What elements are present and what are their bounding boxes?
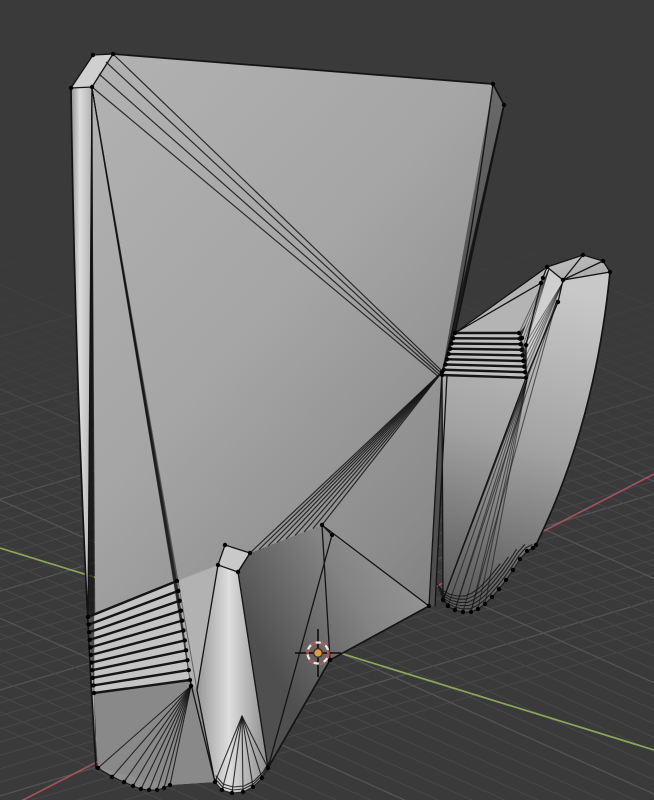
- mesh-vertex[interactable]: [443, 362, 448, 367]
- mesh-vertex[interactable]: [522, 370, 528, 375]
- mesh-vertex[interactable]: [138, 786, 144, 792]
- mesh-vertex[interactable]: [521, 358, 526, 364]
- mesh-vertex[interactable]: [444, 357, 450, 362]
- mesh-vertex[interactable]: [475, 606, 481, 612]
- mesh-vertex[interactable]: [489, 594, 495, 600]
- object-origin-dot: [313, 648, 324, 659]
- mesh-vertex[interactable]: [91, 683, 96, 688]
- mesh-vertex[interactable]: [522, 364, 527, 369]
- mesh-vertex[interactable]: [229, 790, 235, 796]
- mesh-vertex[interactable]: [490, 81, 496, 87]
- mesh-vertex[interactable]: [235, 569, 241, 575]
- mesh-vertex[interactable]: [519, 347, 524, 352]
- mesh-vertex[interactable]: [182, 638, 187, 643]
- mesh-vertex[interactable]: [451, 336, 456, 341]
- mesh-vertex[interactable]: [177, 598, 182, 603]
- mesh-vertex[interactable]: [185, 658, 190, 663]
- mesh-vertex[interactable]: [445, 603, 451, 609]
- mesh-vertex[interactable]: [482, 601, 488, 607]
- mesh-vertex[interactable]: [212, 779, 218, 785]
- mesh-vertex[interactable]: [327, 657, 333, 663]
- mesh-vertex[interactable]: [518, 342, 523, 347]
- mesh-vertex[interactable]: [90, 52, 96, 58]
- mesh-vertex[interactable]: [88, 645, 93, 650]
- mesh-vertex[interactable]: [516, 330, 522, 336]
- mesh-vertex[interactable]: [176, 588, 181, 594]
- mesh-vertex[interactable]: [523, 375, 529, 380]
- mesh-vertex[interactable]: [181, 628, 186, 633]
- mesh-vertex[interactable]: [222, 542, 228, 548]
- mesh-vertex[interactable]: [68, 85, 74, 91]
- mesh-vertex[interactable]: [533, 542, 539, 548]
- mesh-vertex[interactable]: [540, 275, 546, 281]
- mesh-vertex[interactable]: [319, 522, 325, 528]
- mesh-vertex[interactable]: [178, 608, 184, 613]
- mesh-vertex[interactable]: [183, 648, 189, 653]
- mesh-vertex[interactable]: [130, 783, 136, 789]
- mesh-vertex[interactable]: [180, 618, 185, 623]
- mesh-vertex[interactable]: [265, 765, 271, 771]
- mesh-vertex[interactable]: [154, 787, 160, 793]
- mesh-vertex[interactable]: [555, 299, 561, 305]
- mesh-vertex[interactable]: [538, 280, 544, 286]
- mesh-vertex[interactable]: [452, 330, 458, 336]
- mesh-vertex[interactable]: [186, 667, 191, 673]
- blender-3d-viewport[interactable]: [0, 0, 654, 800]
- mesh-vertex[interactable]: [161, 785, 167, 791]
- mesh-vertex[interactable]: [449, 341, 454, 346]
- mesh-vertex[interactable]: [544, 264, 550, 270]
- mesh-vertex[interactable]: [250, 784, 256, 790]
- mesh-vertex[interactable]: [520, 353, 525, 358]
- mesh-vertex[interactable]: [441, 367, 446, 372]
- mesh-vertex[interactable]: [188, 683, 194, 689]
- mesh-vertex[interactable]: [89, 84, 95, 90]
- mesh-vertex[interactable]: [329, 532, 335, 538]
- mesh-vertex[interactable]: [146, 787, 152, 793]
- mesh-vertex[interactable]: [88, 652, 94, 658]
- mesh-vertex[interactable]: [110, 51, 116, 57]
- mesh-vertex[interactable]: [523, 342, 529, 348]
- mesh-vertex[interactable]: [89, 660, 94, 665]
- mesh-vertex[interactable]: [460, 609, 466, 615]
- mesh-vertex[interactable]: [174, 578, 180, 584]
- mesh-vertex[interactable]: [580, 252, 586, 258]
- mesh-vertex[interactable]: [240, 789, 246, 795]
- mesh-vertex[interactable]: [219, 787, 225, 793]
- mesh-vertex[interactable]: [91, 690, 97, 696]
- mesh-vertex[interactable]: [247, 550, 253, 556]
- mesh-vertex[interactable]: [95, 765, 101, 771]
- mesh-vertex[interactable]: [215, 562, 221, 568]
- mesh-vertex[interactable]: [503, 577, 509, 583]
- mesh-vertex[interactable]: [496, 586, 502, 592]
- mesh-vertex[interactable]: [90, 675, 96, 680]
- mesh-vertex[interactable]: [517, 336, 523, 341]
- mesh-vertex[interactable]: [426, 603, 432, 609]
- mesh-vertex[interactable]: [86, 622, 91, 627]
- mesh-vertex[interactable]: [468, 609, 474, 615]
- mesh-vertex[interactable]: [524, 548, 530, 554]
- mesh-vertex[interactable]: [607, 269, 613, 275]
- mesh-vertex[interactable]: [259, 775, 265, 781]
- mesh-vertex[interactable]: [510, 567, 516, 573]
- mesh-vertex[interactable]: [87, 630, 92, 635]
- viewport-canvas[interactable]: [0, 0, 654, 800]
- mesh-vertex[interactable]: [440, 597, 446, 603]
- mesh-vertex[interactable]: [560, 277, 566, 283]
- mesh-vertex[interactable]: [187, 677, 193, 683]
- mesh-vertex[interactable]: [121, 779, 127, 785]
- mesh-vertex[interactable]: [87, 637, 93, 642]
- mesh-vertex[interactable]: [109, 774, 115, 780]
- mesh-vertex[interactable]: [501, 102, 507, 108]
- mesh-vertex[interactable]: [85, 614, 91, 620]
- mesh-vertex[interactable]: [517, 556, 523, 562]
- mesh-vertex[interactable]: [600, 258, 606, 264]
- mesh-vertex[interactable]: [90, 668, 95, 673]
- mesh-vertex[interactable]: [167, 782, 173, 788]
- mesh-vertex[interactable]: [446, 351, 451, 357]
- mesh-vertex[interactable]: [452, 607, 458, 613]
- mesh-vertex[interactable]: [440, 372, 445, 378]
- mesh-vertex[interactable]: [448, 346, 453, 351]
